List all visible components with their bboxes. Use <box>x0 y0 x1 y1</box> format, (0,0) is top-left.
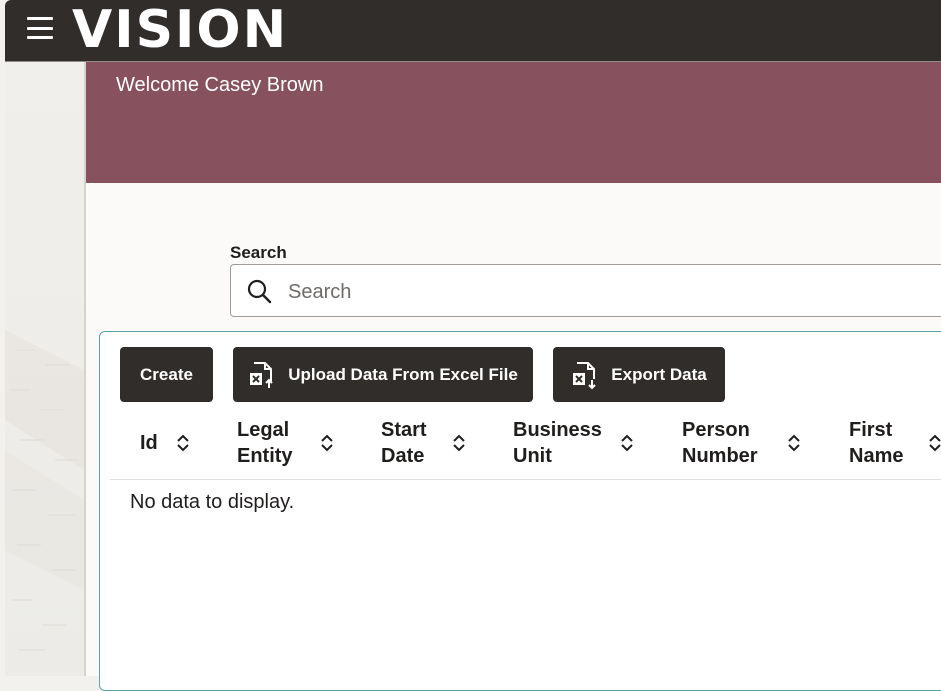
column-label: Start <box>381 419 427 441</box>
empty-table-message: No data to display. <box>130 491 295 513</box>
upload-excel-button[interactable]: Upload Data From Excel File <box>233 347 533 402</box>
excel-upload-icon <box>248 360 276 390</box>
export-button-label: Export Data <box>611 364 707 384</box>
column-header-legal-entity[interactable]: Legal Entity <box>237 417 293 469</box>
column-label: Unit <box>513 445 552 467</box>
search-input[interactable] <box>286 273 890 311</box>
column-header-business-unit[interactable]: Business Unit <box>513 417 602 469</box>
sort-icon[interactable] <box>787 433 801 453</box>
sort-icon[interactable] <box>452 433 466 453</box>
column-label: Business <box>513 419 602 441</box>
create-button[interactable]: Create <box>120 347 213 402</box>
welcome-banner: Welcome Casey Brown <box>86 62 941 183</box>
column-header-start-date[interactable]: Start Date <box>381 417 427 469</box>
top-bar: VISION <box>5 0 941 61</box>
upload-button-label: Upload Data From Excel File <box>288 364 518 384</box>
sort-icon[interactable] <box>928 433 941 453</box>
column-header-person-number[interactable]: Person Number <box>682 417 758 469</box>
column-header-first-name[interactable]: First Name <box>849 417 903 469</box>
sort-icon[interactable] <box>176 433 190 453</box>
table-header-divider <box>110 479 941 480</box>
app-logo[interactable]: VISION <box>72 0 288 61</box>
decorative-pattern <box>5 330 84 651</box>
export-data-button[interactable]: Export Data <box>553 347 725 402</box>
column-label: Id <box>140 432 158 454</box>
sort-icon[interactable] <box>620 433 634 453</box>
column-label: Entity <box>237 445 293 467</box>
search-icon <box>247 279 272 304</box>
column-label: First <box>849 419 893 441</box>
column-label: Person <box>682 419 750 441</box>
search-label: Search <box>230 243 287 262</box>
excel-export-icon <box>571 360 599 390</box>
welcome-text: Welcome Casey Brown <box>116 74 324 96</box>
column-label: Number <box>682 445 758 467</box>
create-button-label: Create <box>140 364 193 384</box>
column-label: Name <box>849 445 904 467</box>
column-header-id[interactable]: Id <box>140 417 158 469</box>
sort-icon[interactable] <box>320 433 334 453</box>
hamburger-menu-icon[interactable] <box>27 17 53 39</box>
column-label: Date <box>381 445 425 467</box>
column-label: Legal <box>237 419 290 441</box>
search-field[interactable] <box>230 264 941 317</box>
